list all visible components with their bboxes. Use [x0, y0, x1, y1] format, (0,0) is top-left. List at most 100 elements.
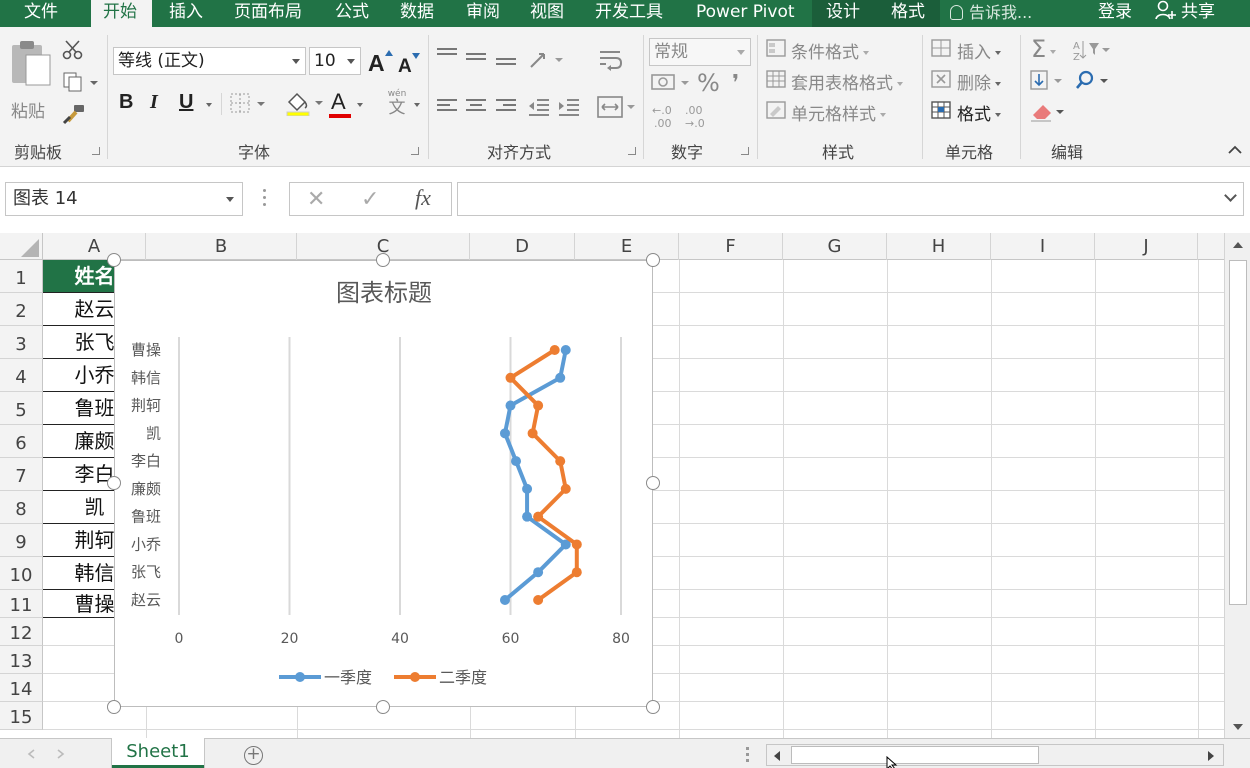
number-format-select[interactable]: 常规 — [649, 38, 751, 66]
delete-cells-button[interactable]: 删除 — [957, 69, 1001, 94]
tab-format[interactable]: 格式 — [879, 0, 937, 27]
insert-function-icon[interactable]: fx — [415, 185, 431, 211]
conditional-format-icon[interactable] — [766, 39, 788, 59]
format-as-table-button[interactable]: 套用表格格式 — [791, 69, 903, 94]
column-header-h[interactable]: H — [887, 233, 991, 260]
enter-icon[interactable]: ✓ — [361, 187, 379, 212]
chart-title[interactable]: 图表标题 — [336, 279, 432, 307]
format-painter-icon[interactable] — [62, 103, 86, 125]
increase-decimal-icon[interactable]: ←.0 .00 — [650, 103, 680, 131]
row-header-6[interactable]: 6 — [0, 425, 43, 458]
column-header-e[interactable]: E — [575, 233, 679, 260]
tab-home[interactable]: 开始 — [91, 0, 152, 27]
copy-icon[interactable] — [62, 71, 100, 93]
sheet-tab-sheet1[interactable]: Sheet1 — [112, 738, 204, 768]
data-point[interactable] — [499, 428, 510, 439]
tab-view[interactable]: 视图 — [518, 0, 576, 27]
legend-label[interactable]: 一季度 — [324, 668, 372, 687]
comma-button[interactable]: ❜ — [732, 71, 739, 96]
row-header-10[interactable]: 10 — [0, 557, 43, 590]
fill-color-icon[interactable] — [285, 90, 325, 116]
fill-down-icon[interactable] — [1029, 70, 1065, 92]
tab-formulas[interactable]: 公式 — [323, 0, 381, 27]
bold-button[interactable]: B — [119, 91, 133, 114]
row-header-8[interactable]: 8 — [0, 491, 43, 524]
column-header-d[interactable]: D — [470, 233, 575, 260]
resize-handle[interactable] — [107, 253, 121, 267]
wrap-text-icon[interactable] — [598, 49, 624, 73]
increase-indent-icon[interactable] — [557, 97, 581, 117]
align-bottom-icon[interactable] — [496, 58, 516, 74]
resize-handle[interactable] — [646, 476, 660, 490]
format-cells-icon[interactable] — [931, 101, 953, 121]
border-icon[interactable] — [230, 93, 266, 115]
cell-styles-button[interactable]: 单元格样式 — [791, 100, 886, 125]
cancel-icon[interactable]: ✕ — [307, 187, 325, 212]
data-point[interactable] — [527, 428, 538, 439]
column-header-i[interactable]: I — [991, 233, 1095, 260]
data-point[interactable] — [560, 345, 571, 355]
data-point[interactable] — [505, 372, 516, 383]
row-header-13[interactable]: 13 — [0, 646, 43, 674]
data-point[interactable] — [533, 400, 544, 411]
scroll-down-icon[interactable] — [1232, 723, 1244, 731]
row-header-1[interactable]: 1 — [0, 260, 43, 293]
merge-center-icon[interactable] — [596, 95, 636, 119]
resize-handle[interactable] — [376, 253, 390, 267]
cell-styles-icon[interactable] — [766, 101, 788, 121]
column-header-g[interactable]: G — [783, 233, 887, 260]
row-header-12[interactable]: 12 — [0, 618, 43, 646]
accounting-format-icon[interactable] — [650, 71, 692, 95]
data-point[interactable] — [533, 511, 544, 522]
resize-handle[interactable] — [107, 476, 121, 490]
tab-file[interactable]: 文件 — [12, 0, 70, 27]
align-center-icon[interactable] — [466, 99, 486, 115]
tab-insert[interactable]: 插入 — [157, 0, 215, 27]
name-box[interactable]: 图表 14 — [5, 182, 243, 216]
tab-review[interactable]: 审阅 — [454, 0, 512, 27]
data-point[interactable] — [505, 400, 516, 411]
row-header-2[interactable]: 2 — [0, 293, 43, 326]
row-header-11[interactable]: 11 — [0, 590, 43, 618]
delete-cells-icon[interactable] — [931, 70, 953, 90]
resize-handle[interactable] — [646, 700, 660, 714]
login-link[interactable]: 登录 — [1098, 0, 1132, 27]
vertical-scrollbar[interactable] — [1224, 233, 1250, 738]
align-top-icon[interactable] — [437, 48, 457, 64]
align-right-icon[interactable] — [496, 99, 516, 115]
share-button[interactable]: 共享 — [1155, 0, 1215, 27]
row-header-5[interactable]: 5 — [0, 392, 43, 425]
add-sheet-button[interactable]: + — [244, 746, 263, 765]
tab-splitter-icon[interactable] — [746, 747, 750, 762]
font-size-select[interactable]: 10 — [309, 47, 361, 75]
alignment-launcher-icon[interactable] — [628, 147, 636, 155]
data-point[interactable] — [571, 567, 582, 578]
data-point[interactable] — [560, 483, 571, 494]
data-point[interactable] — [555, 372, 566, 383]
expand-formula-bar-icon[interactable] — [1224, 189, 1237, 202]
row-header-3[interactable]: 3 — [0, 326, 43, 359]
data-point[interactable] — [522, 511, 533, 522]
scroll-up-icon[interactable] — [1232, 241, 1244, 249]
data-point[interactable] — [499, 595, 510, 605]
phonetic-dropdown-icon[interactable] — [414, 103, 420, 107]
tab-design[interactable]: 设计 — [814, 0, 872, 27]
clear-eraser-icon[interactable] — [1029, 101, 1069, 123]
orientation-icon[interactable] — [528, 49, 564, 71]
data-point[interactable] — [511, 456, 522, 467]
column-header-f[interactable]: F — [679, 233, 783, 260]
resize-handle[interactable] — [107, 700, 121, 714]
row-header-15[interactable]: 15 — [0, 702, 43, 730]
resize-handle[interactable] — [376, 700, 390, 714]
cut-icon[interactable] — [62, 39, 84, 61]
name-box-dropdown-icon[interactable] — [226, 197, 234, 202]
underline-dropdown-icon[interactable] — [206, 103, 212, 107]
paste-button[interactable]: 粘贴 — [8, 39, 56, 129]
tab-developer[interactable]: 开发工具 — [583, 0, 675, 27]
horizontal-scroll-thumb[interactable] — [791, 746, 1039, 764]
row-header-4[interactable]: 4 — [0, 359, 43, 392]
tell-me-search[interactable]: 告诉我... — [950, 0, 1032, 27]
prev-sheet-icon[interactable] — [27, 749, 35, 759]
decrease-decimal-icon[interactable]: .00 →.0 — [683, 103, 713, 131]
next-sheet-icon[interactable] — [57, 749, 65, 759]
